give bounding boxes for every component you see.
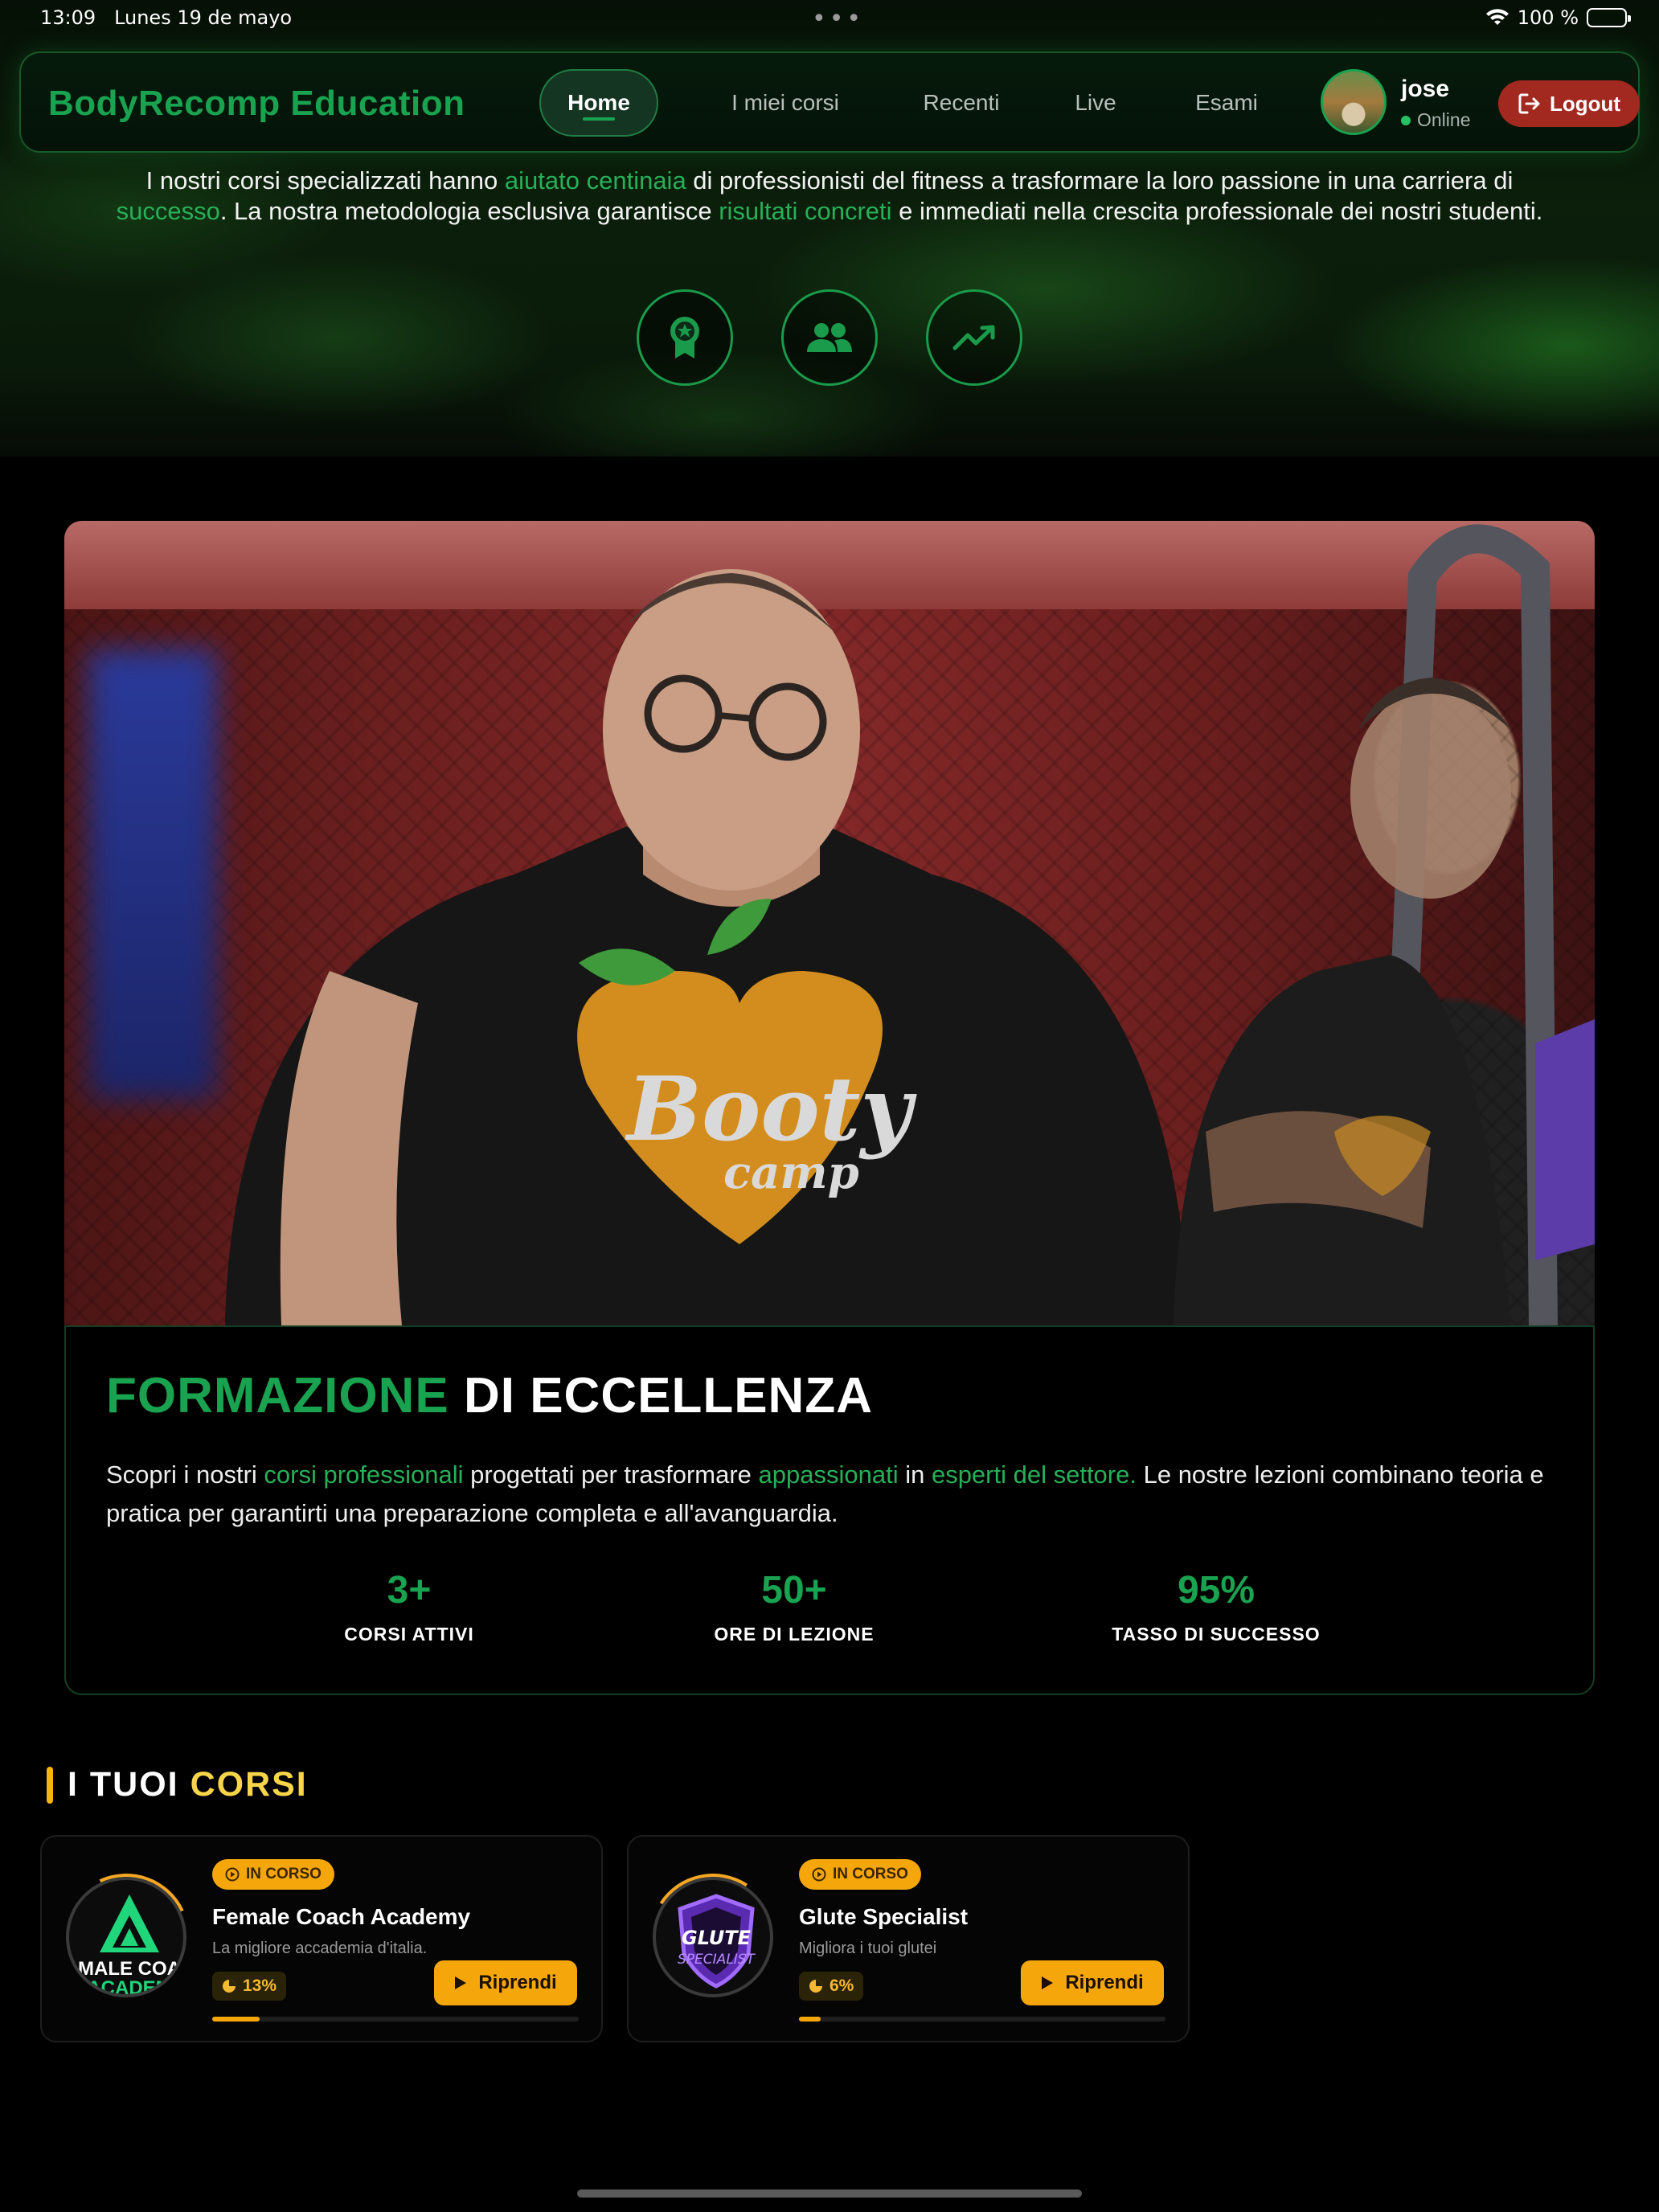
nav-item-home[interactable]: Home (539, 69, 658, 137)
logout-button[interactable]: Logout (1498, 80, 1640, 127)
stat-label: ORE DI LEZIONE (714, 1624, 875, 1645)
top-navbar: BodyRecomp Education Home I miei corsi R… (19, 51, 1640, 153)
shirt-logo-text: Booty (625, 1057, 918, 1161)
wifi-icon (1485, 9, 1509, 25)
stat-value: 95% (1177, 1569, 1256, 1612)
info-part: Scopri i nostri (106, 1460, 264, 1489)
resume-button[interactable]: Riprendi (434, 1960, 577, 2005)
intro-highlight: successo (116, 197, 220, 225)
intro-part: . La nostra metodologia esclusiva garant… (219, 197, 719, 225)
course-card-glute-specialist[interactable]: GLUTE SPECIALIST IN CORSO Glute Speciali… (627, 1835, 1190, 2042)
user-name: jose (1401, 76, 1450, 102)
stat-tasso-di-successo: 95% TASSO DI SUCCESSO (1055, 1568, 1377, 1645)
pie-chart-icon (223, 1980, 236, 1993)
award-icon (637, 289, 733, 386)
intro-highlight: risultati concreti (719, 197, 892, 225)
nav-item-label: Home (567, 90, 630, 115)
play-icon (1042, 1976, 1054, 1989)
clock-time: 13:09 (40, 6, 96, 29)
progress-percent: 13% (212, 1972, 287, 2001)
stat-corsi-attivi: 3+ CORSI ATTIVI (248, 1568, 570, 1645)
stat-label: CORSI ATTIVI (344, 1624, 474, 1645)
nav-item-i-miei-corsi[interactable]: I miei corsi (696, 69, 875, 137)
stat-ore-di-lezione: 50+ ORE DI LEZIONE (633, 1568, 955, 1645)
shirt-logo-subtext: camp (723, 1146, 859, 1199)
progress-bar-fill (212, 2017, 260, 2022)
status-badge: IN CORSO (799, 1859, 921, 1890)
status-time: 13:09 Lunes 19 de mayo (40, 6, 292, 29)
play-circle-icon (225, 1867, 240, 1882)
battery-percent: 100 % (1517, 6, 1579, 29)
photo-people-illustration: Booty camp (225, 524, 1595, 1325)
course-title: Glute Specialist (799, 1904, 969, 1929)
info-highlight: corsi professionali (264, 1460, 464, 1489)
status-badge-label: IN CORSO (246, 1866, 322, 1882)
stat-value: 50+ (761, 1569, 827, 1612)
user-status: Online (1401, 109, 1470, 131)
course-card-female-coach-academy[interactable]: MALE COA ACADEM IN CORSO Female Coach Ac… (40, 1835, 603, 2042)
course-subtitle: Migliora i tuoi glutei (799, 1940, 937, 1957)
intro-highlight: aiutato centinaia (504, 166, 686, 195)
section-accent-bar (47, 1766, 53, 1804)
active-indicator (583, 117, 615, 121)
logout-icon (1518, 93, 1540, 114)
online-dot-icon (1401, 115, 1411, 125)
status-right: 100 % (1485, 6, 1631, 29)
nav-item-recenti[interactable]: Recenti (889, 69, 1034, 137)
brand-title[interactable]: BodyRecomp Education (48, 84, 465, 124)
intro-part: di professionisti del fitness a trasform… (686, 166, 1514, 195)
stat-value: 3+ (387, 1569, 432, 1612)
progress-bar (212, 2017, 579, 2022)
section-title-white: I TUOI (68, 1765, 190, 1804)
intro-part: I nostri corsi specializzati hanno (145, 166, 505, 195)
progress-percent: 6% (799, 1972, 864, 2001)
info-part: progettati per trasformare (463, 1460, 759, 1489)
pie-chart-icon (809, 1980, 822, 1993)
info-description: Scopri i nostri corsi professionali prog… (106, 1456, 1553, 1533)
progress-ring (44, 1855, 208, 2019)
hero-photo: Booty camp (64, 521, 1595, 1325)
progress-percent-label: 13% (243, 1976, 277, 1995)
play-icon (455, 1976, 467, 1989)
clock-date: Lunes 19 de mayo (114, 6, 293, 29)
nav-item-esami[interactable]: Esami (1162, 69, 1291, 137)
courses-section-title: I TUOI CORSI (47, 1765, 308, 1804)
logout-label: Logout (1549, 91, 1621, 116)
intro-part: e immediati nella crescita professionale… (891, 197, 1543, 225)
avatar[interactable] (1321, 69, 1387, 135)
battery-icon (1587, 8, 1631, 27)
progress-bar-fill (799, 2017, 821, 2022)
info-title: FORMAZIONE DI ECCELLENZA (106, 1367, 873, 1424)
info-title-white: DI ECCELLENZA (449, 1368, 873, 1423)
section-title-yellow: CORSI (190, 1765, 308, 1804)
progress-percent-label: 6% (830, 1976, 854, 1995)
nav-item-live[interactable]: Live (1043, 69, 1148, 137)
resume-button[interactable]: Riprendi (1021, 1960, 1164, 2005)
resume-label: Riprendi (478, 1972, 557, 1993)
trending-up-icon (926, 289, 1022, 386)
multitasking-dots[interactable]: ••• (812, 5, 864, 33)
info-card: FORMAZIONE DI ECCELLENZA Scopri i nostri… (64, 1325, 1595, 1695)
info-part: in (898, 1460, 932, 1489)
status-badge: IN CORSO (212, 1859, 334, 1890)
info-title-green: FORMAZIONE (106, 1368, 449, 1423)
progress-ring (637, 1862, 789, 2013)
progress-bar (799, 2017, 1165, 2022)
stat-label: TASSO DI SUCCESSO (1112, 1624, 1321, 1645)
info-highlight: appassionati (758, 1460, 899, 1489)
status-bar: 13:09 Lunes 19 de mayo ••• 100 % (0, 0, 1659, 40)
home-indicator[interactable] (577, 2189, 1082, 2198)
course-subtitle: La migliore accademia d'italia. (212, 1940, 428, 1957)
user-status-label: Online (1417, 109, 1471, 130)
play-circle-icon (812, 1867, 826, 1882)
course-title: Female Coach Academy (212, 1904, 471, 1929)
intro-text: I nostri corsi specializzati hanno aiuta… (104, 166, 1555, 227)
status-badge-label: IN CORSO (833, 1866, 908, 1882)
users-icon (781, 289, 878, 386)
resume-label: Riprendi (1065, 1972, 1144, 1993)
info-highlight: esperti del settore. (931, 1460, 1137, 1489)
